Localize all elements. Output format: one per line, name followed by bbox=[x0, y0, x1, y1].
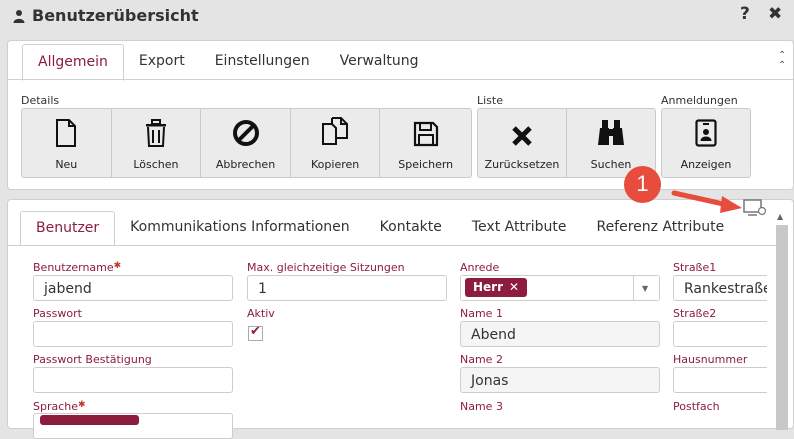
street2-input[interactable] bbox=[673, 321, 767, 347]
scroll-thumb[interactable] bbox=[776, 225, 788, 430]
trash-icon bbox=[145, 119, 166, 147]
user-icon bbox=[13, 10, 25, 23]
delete-button[interactable]: Löschen bbox=[110, 109, 201, 177]
cancel-button[interactable]: Abbrechen bbox=[200, 109, 290, 177]
tabs-divider bbox=[8, 79, 793, 80]
window-title: Benutzerübersicht bbox=[32, 6, 199, 25]
show-logins-button[interactable]: Anzeigen bbox=[662, 109, 750, 177]
password-confirm-input[interactable] bbox=[33, 367, 233, 393]
window-titlebar: Benutzerübersicht ? ✖ bbox=[0, 0, 794, 32]
show-logins-button-label: Anzeigen bbox=[680, 158, 732, 171]
name1-label: Name 1 bbox=[460, 307, 503, 320]
save-icon bbox=[413, 121, 438, 147]
tab-kontakte[interactable]: Kontakte bbox=[365, 211, 457, 246]
cancel-icon bbox=[232, 120, 259, 146]
tab-referenz-attribute[interactable]: Referenz Attribute bbox=[581, 211, 739, 246]
scroll-up-icon[interactable]: ▲ bbox=[777, 212, 783, 221]
tab-export[interactable]: Export bbox=[124, 44, 200, 81]
street2-label: Straße2 bbox=[673, 307, 717, 320]
required-marker: ✱ bbox=[78, 400, 86, 410]
max-sessions-label: Max. gleichzeitige Sitzungen bbox=[247, 261, 405, 274]
po-box-label: Postfach bbox=[673, 400, 720, 413]
tab-allgemein[interactable]: Allgemein bbox=[22, 44, 124, 81]
active-checkbox[interactable]: ✔ bbox=[248, 324, 263, 341]
collapse-ribbon-icon[interactable]: ⌃ ⌃ bbox=[778, 51, 786, 71]
reset-button-label: Zurücksetzen bbox=[484, 158, 560, 171]
reset-button[interactable]: Zurücksetzen bbox=[478, 109, 566, 177]
language-label: Sprache✱ bbox=[33, 400, 86, 413]
detail-tabs-divider bbox=[8, 245, 776, 246]
group-label-details: Details bbox=[21, 94, 60, 107]
name2-input[interactable]: Jonas bbox=[460, 367, 660, 393]
checkmark-icon: ✔ bbox=[250, 324, 261, 339]
language-chip[interactable] bbox=[40, 415, 139, 425]
salutation-chip[interactable]: Herr ✕ bbox=[465, 278, 528, 297]
new-button[interactable]: Neu bbox=[22, 109, 111, 177]
required-marker: ✱ bbox=[113, 261, 122, 271]
password-confirm-label: Passwort Bestätigung bbox=[33, 353, 152, 366]
group-label-anmeldungen: Anmeldungen bbox=[661, 94, 738, 107]
save-button-label: Speichern bbox=[398, 158, 454, 171]
tab-einstellungen[interactable]: Einstellungen bbox=[200, 44, 325, 81]
active-label: Aktiv bbox=[247, 307, 275, 320]
copy-icon bbox=[322, 117, 349, 145]
close-icon[interactable]: ✖ bbox=[768, 4, 782, 24]
user-detail-panel: Benutzer Kommunikations Informationen Ko… bbox=[7, 199, 794, 439]
save-button[interactable]: Speichern bbox=[379, 109, 471, 177]
house-number-input[interactable] bbox=[673, 367, 767, 393]
ribbon-tabs: Allgemein Export Einstellungen Verwaltun… bbox=[22, 44, 434, 81]
cancel-button-label: Abbrechen bbox=[215, 158, 276, 171]
copy-button[interactable]: Kopieren bbox=[289, 109, 380, 177]
remove-chip-icon[interactable]: ✕ bbox=[509, 280, 519, 294]
salutation-label: Anrede bbox=[460, 261, 500, 274]
annotation-badge: 1 bbox=[624, 166, 661, 203]
tab-benutzer[interactable]: Benutzer bbox=[20, 211, 116, 246]
logins-button-group: Anzeigen bbox=[661, 108, 751, 178]
detail-tabs: Benutzer Kommunikations Informationen Ko… bbox=[20, 211, 739, 246]
id-badge-icon bbox=[695, 119, 717, 147]
details-button-group: Neu Löschen Abbrechen Kopieren Speichern bbox=[21, 108, 472, 178]
chevron-down-icon[interactable]: ▼ bbox=[642, 284, 648, 293]
tab-verwaltung[interactable]: Verwaltung bbox=[325, 44, 434, 81]
tab-text-attribute[interactable]: Text Attribute bbox=[457, 211, 582, 246]
reset-x-icon bbox=[512, 126, 532, 146]
max-sessions-input[interactable]: 1 bbox=[247, 275, 447, 301]
house-number-label: Hausnummer bbox=[673, 353, 748, 366]
password-input[interactable] bbox=[33, 321, 233, 347]
name1-input[interactable]: Abend bbox=[460, 321, 660, 347]
tab-kommunikations-informationen[interactable]: Kommunikations Informationen bbox=[115, 211, 365, 246]
username-label: Benutzername✱ bbox=[33, 261, 122, 274]
street1-input[interactable]: Rankestraße bbox=[673, 275, 767, 301]
name2-label: Name 2 bbox=[460, 353, 503, 366]
new-button-label: Neu bbox=[55, 158, 78, 171]
password-label: Passwort bbox=[33, 307, 82, 320]
salutation-value: Herr bbox=[473, 280, 504, 294]
annotation-arrow-icon bbox=[671, 190, 742, 213]
name3-label: Name 3 bbox=[460, 400, 503, 413]
street1-label: Straße1 bbox=[673, 261, 717, 274]
copy-button-label: Kopieren bbox=[311, 158, 360, 171]
select-separator bbox=[633, 276, 634, 300]
search-button-label: Suchen bbox=[590, 158, 632, 171]
list-button-group: Zurücksetzen Suchen bbox=[477, 108, 656, 178]
help-icon[interactable]: ? bbox=[740, 4, 750, 24]
ribbon-panel: Allgemein Export Einstellungen Verwaltun… bbox=[7, 40, 794, 190]
delete-button-label: Löschen bbox=[133, 158, 179, 171]
vertical-scrollbar[interactable]: ▲ bbox=[775, 212, 789, 430]
binoculars-icon bbox=[598, 120, 624, 145]
username-input[interactable]: jabend bbox=[33, 275, 233, 301]
group-label-liste: Liste bbox=[477, 94, 503, 107]
new-document-icon bbox=[56, 119, 77, 147]
